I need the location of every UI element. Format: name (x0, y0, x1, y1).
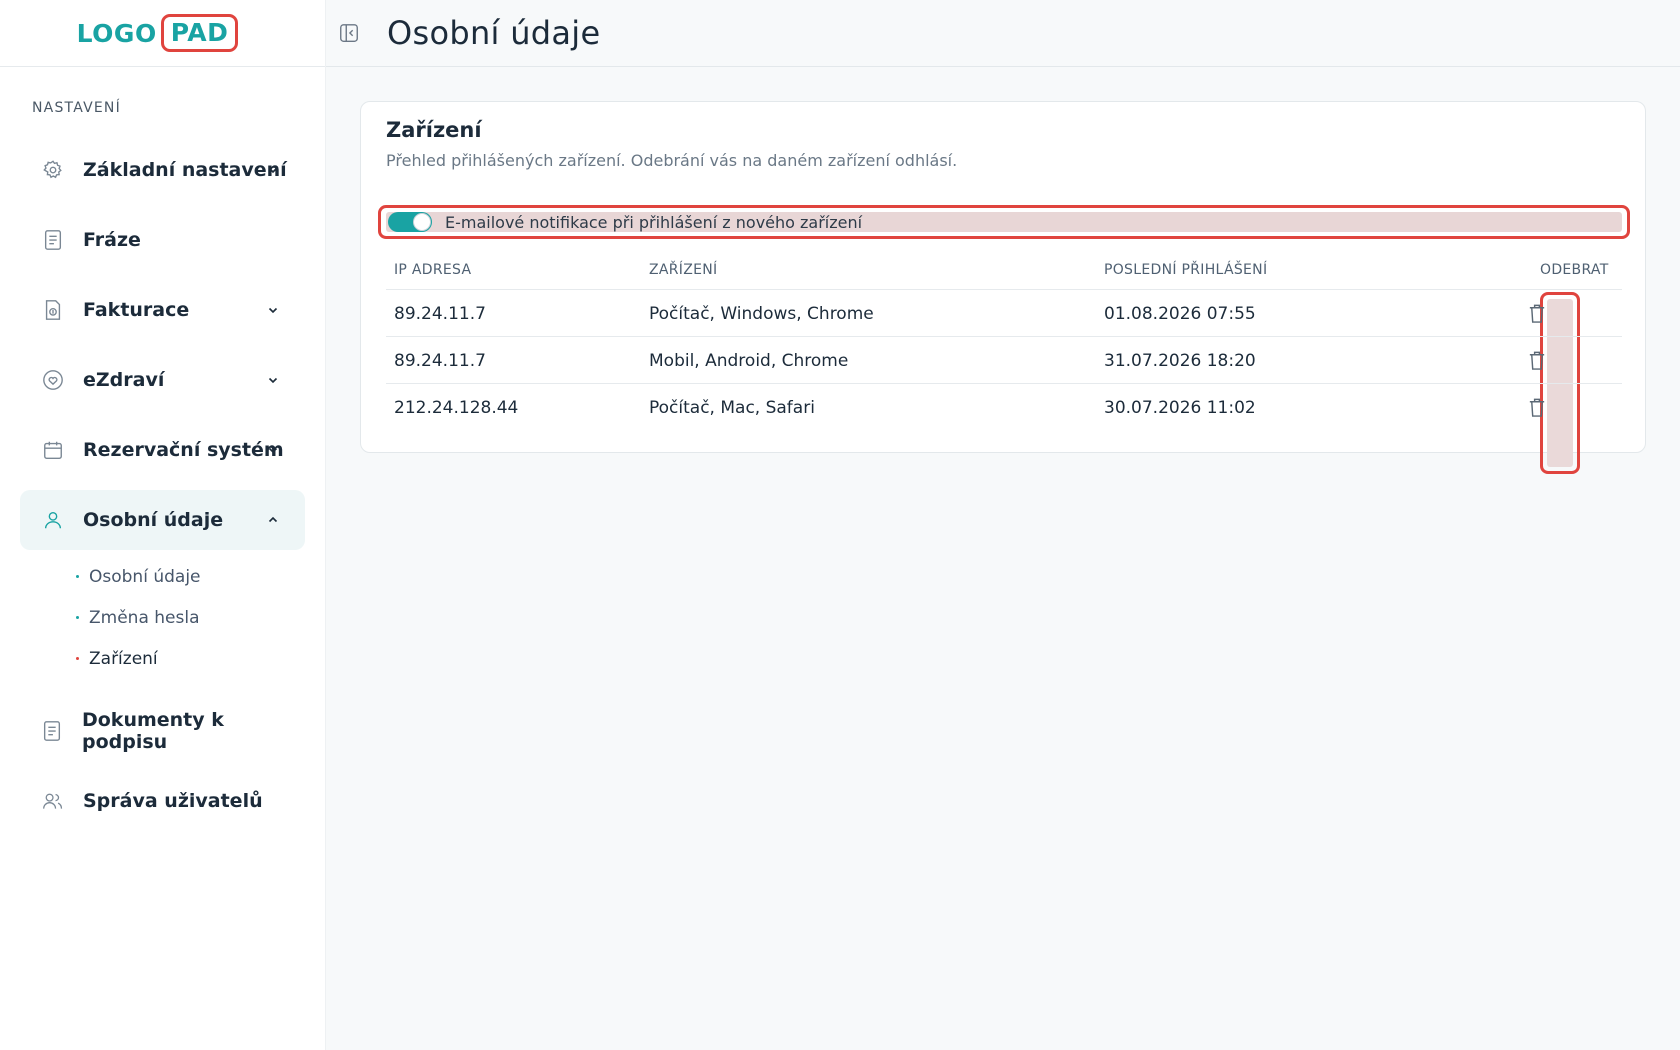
cell-last-login: 01.08.2026 07:55 (1104, 304, 1256, 324)
cell-device: Počítač, Mac, Safari (649, 398, 815, 418)
heart-icon (42, 369, 64, 391)
column-header-last-login: POSLEDNÍ PŘIHLÁŠENÍ (1104, 262, 1268, 278)
bullet-dot (76, 575, 79, 578)
notification-label: E-mailové notifikace při přihlášení z no… (445, 212, 863, 232)
chevron-up-icon (265, 512, 281, 528)
sidebar-item-label: Osobní údaje (83, 509, 224, 531)
document-icon (42, 229, 64, 251)
sidebar-item-basic-settings[interactable]: Základní nastavení (20, 140, 305, 200)
devices-card: Zařízení Přehled přihlášených zařízení. … (360, 101, 1646, 474)
subnav-item-personal-data[interactable]: Osobní údaje (76, 556, 305, 597)
cell-device: Počítač, Windows, Chrome (649, 304, 874, 324)
section-label: NASTAVENÍ (32, 100, 121, 116)
cell-last-login: 31.07.2026 18:20 (1104, 351, 1256, 371)
subnav-item-label: Změna hesla (89, 607, 200, 628)
logo-area: LOGO PAD (0, 0, 325, 67)
users-icon (42, 790, 64, 812)
subnav-item-label: Osobní údaje (89, 566, 201, 587)
page-title: Osobní údaje (387, 14, 601, 52)
column-header-device: ZAŘÍZENÍ (649, 262, 718, 278)
notification-toggle[interactable] (388, 212, 432, 232)
document-icon (42, 720, 63, 742)
logo[interactable]: LOGO PAD (77, 14, 239, 52)
user-icon (42, 509, 64, 531)
sidebar-item-label: Fráze (83, 229, 141, 251)
sidebar-item-invoicing[interactable]: Fakturace (20, 280, 305, 340)
card-title: Zařízení (386, 118, 482, 142)
subnav-item-label: Zařízení (89, 648, 158, 669)
sidebar-item-phrases[interactable]: Fráze (20, 210, 305, 270)
sidebar-item-label: eZdraví (83, 369, 165, 391)
sidebar-item-user-management[interactable]: Správa uživatelů (20, 771, 305, 831)
sidebar-item-documents-to-sign[interactable]: Dokumenty k podpisu (20, 701, 305, 761)
sidebar-item-label: Rezervační systém (83, 439, 284, 461)
cell-ip: 89.24.11.7 (394, 304, 486, 324)
trash-icon[interactable] (1526, 395, 1548, 419)
column-header-ip: IP ADRESA (394, 262, 472, 278)
bullet-dot (76, 657, 79, 660)
cell-ip: 212.24.128.44 (394, 398, 519, 418)
cell-last-login: 30.07.2026 11:02 (1104, 398, 1256, 418)
table-row: 89.24.11.7 Mobil, Android, Chrome 31.07.… (386, 336, 1622, 383)
subnav-personal-data: Osobní údaje Změna hesla Zařízení (76, 556, 305, 679)
sidebar-collapse-icon[interactable] (337, 21, 361, 45)
sidebar-item-ezdravi[interactable]: eZdraví (20, 350, 305, 410)
chevron-down-icon (265, 442, 281, 458)
toggle-knob (413, 213, 431, 231)
invoice-icon (42, 299, 64, 321)
notification-setting: E-mailové notifikace při přihlášení z no… (378, 205, 1630, 239)
top-header: Osobní údaje (326, 0, 1680, 67)
logo-badge: PAD (160, 14, 239, 52)
sidebar-item-personal-data[interactable]: Osobní údaje (20, 490, 305, 550)
sidebar: LOGO PAD NASTAVENÍ Základní nastavení Fr… (0, 0, 326, 1050)
sidebar-item-label: Dokumenty k podpisu (81, 709, 224, 753)
subnav-item-change-password[interactable]: Změna hesla (76, 597, 305, 638)
sidebar-item-reservations[interactable]: Rezervační systém (20, 420, 305, 480)
sidebar-nav: Základní nastavení Fráze Fakturace eZdra… (20, 140, 305, 841)
table-row: 212.24.128.44 Počítač, Mac, Safari 30.07… (386, 383, 1622, 430)
notification-setting-inner: E-mailové notifikace při přihlášení z no… (386, 212, 1622, 232)
sidebar-item-label: Fakturace (83, 299, 190, 321)
sidebar-item-label: Základní nastavení (83, 159, 287, 181)
logo-text: LOGO (76, 18, 157, 48)
bullet-dot (76, 616, 79, 619)
chevron-down-icon (265, 302, 281, 318)
table-row: 89.24.11.7 Počítač, Windows, Chrome 01.0… (386, 289, 1622, 336)
cell-device: Mobil, Android, Chrome (649, 351, 849, 371)
card-description: Přehled přihlášených zařízení. Odebrání … (386, 151, 958, 170)
column-header-remove: ODEBRAT (1540, 262, 1609, 278)
trash-icon[interactable] (1526, 348, 1548, 372)
calendar-icon (42, 439, 64, 461)
cell-ip: 89.24.11.7 (394, 351, 486, 371)
trash-icon[interactable] (1526, 301, 1548, 325)
subnav-item-devices[interactable]: Zařízení (76, 638, 305, 679)
chevron-down-icon (265, 372, 281, 388)
sidebar-item-label: Správa uživatelů (83, 790, 263, 812)
chevron-down-icon (265, 162, 281, 178)
gear-icon (42, 159, 64, 181)
